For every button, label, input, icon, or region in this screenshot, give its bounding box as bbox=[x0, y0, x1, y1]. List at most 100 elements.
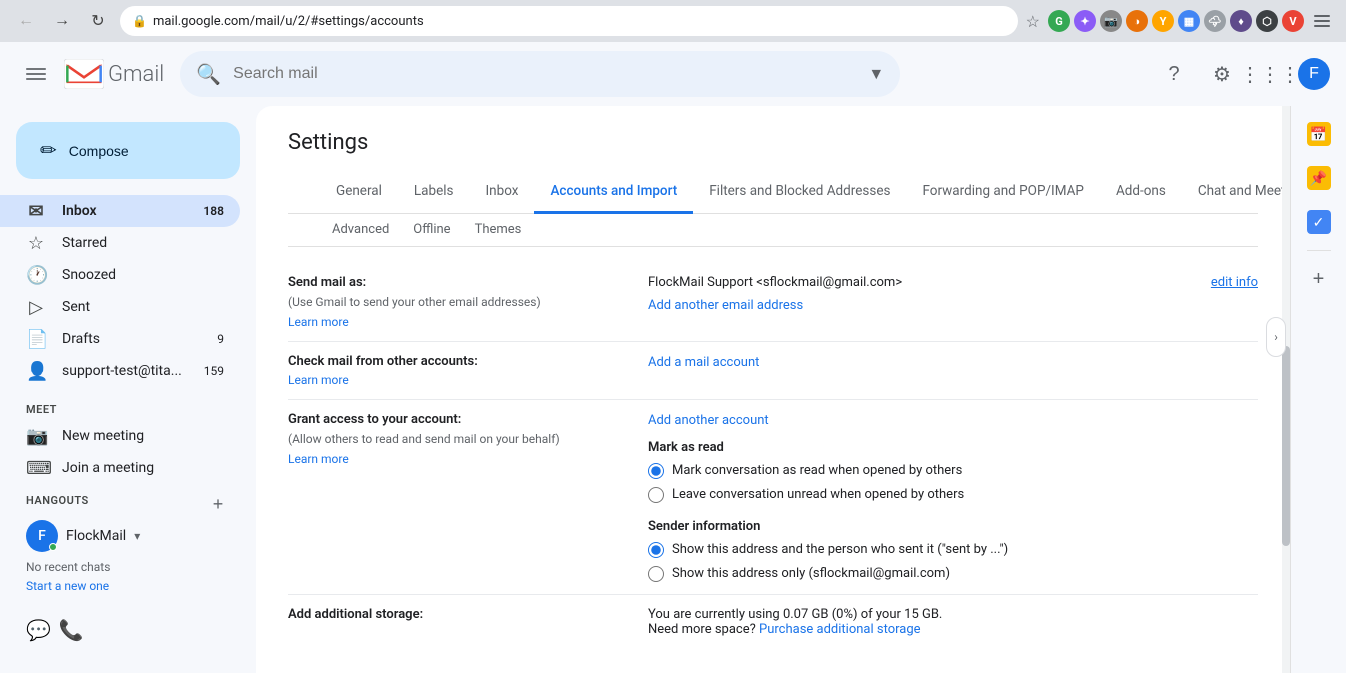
leave-unread-radio[interactable] bbox=[648, 487, 664, 503]
bookmark-icon[interactable]: ☆ bbox=[1026, 12, 1040, 31]
add-email-link[interactable]: Add another email address bbox=[648, 298, 902, 313]
ext-icon-6[interactable]: ▦ bbox=[1178, 10, 1200, 32]
join-meeting-icon: ⌨ bbox=[26, 458, 46, 479]
edit-info-link[interactable]: edit info bbox=[1211, 275, 1258, 290]
browser-menu-button[interactable] bbox=[1312, 10, 1334, 32]
ext-icon-2[interactable]: ✦ bbox=[1074, 10, 1096, 32]
settings-title: Settings bbox=[288, 130, 1258, 155]
ext-icon-1[interactable]: G bbox=[1048, 10, 1070, 32]
subtab-offline[interactable]: Offline bbox=[401, 214, 462, 247]
show-both-option[interactable]: Show this address and the person who sen… bbox=[648, 542, 1258, 558]
no-recent-chats-text: No recent chats bbox=[26, 556, 230, 578]
snoozed-icon: 🕐 bbox=[26, 265, 46, 286]
apps-button[interactable]: ⋮⋮⋮ bbox=[1250, 54, 1290, 94]
address-bar[interactable]: 🔒 mail.google.com/mail/u/2/#settings/acc… bbox=[120, 6, 1018, 36]
storage-label-col: Add additional storage: bbox=[288, 607, 648, 622]
gmail-logo: Gmail bbox=[64, 59, 164, 89]
check-mail-label-col: Check mail from other accounts: Learn mo… bbox=[288, 354, 648, 387]
send-mail-row: Send mail as: (Use Gmail to send your ot… bbox=[288, 263, 1258, 342]
grant-access-label-col: Grant access to your account: (Allow oth… bbox=[288, 412, 648, 466]
subtab-themes[interactable]: Themes bbox=[463, 214, 534, 247]
back-button[interactable]: ← bbox=[12, 7, 40, 35]
show-both-radio[interactable] bbox=[648, 542, 664, 558]
tab-addons[interactable]: Add-ons bbox=[1100, 171, 1182, 214]
sidebar-item-sent[interactable]: ▷ Sent bbox=[0, 291, 240, 323]
right-icon-plus[interactable]: + bbox=[1299, 259, 1339, 299]
mark-read-option[interactable]: Mark conversation as read when opened by… bbox=[648, 463, 1258, 479]
tab-accounts[interactable]: Accounts and Import bbox=[534, 171, 693, 214]
scrollbar-thumb[interactable] bbox=[1282, 346, 1290, 546]
chat-icon[interactable]: 💬 bbox=[26, 618, 51, 642]
snoozed-label: Snoozed bbox=[62, 267, 224, 283]
right-icon-calendar[interactable]: 📅 bbox=[1299, 114, 1339, 154]
compose-plus-icon: ✏ bbox=[40, 138, 57, 163]
sidebar: ✏ Compose ✉ Inbox 188 ☆ Starred 🕐 Snooze… bbox=[0, 106, 256, 673]
tab-forwarding[interactable]: Forwarding and POP/IMAP bbox=[906, 171, 1099, 214]
right-icon-keep[interactable]: 📌 bbox=[1299, 158, 1339, 198]
reload-button[interactable]: ↻ bbox=[84, 7, 112, 35]
storage-value-col: You are currently using 0.07 GB (0%) of … bbox=[648, 607, 1258, 637]
tab-chat[interactable]: Chat and Meet bbox=[1182, 171, 1290, 214]
add-mail-account-link[interactable]: Add a mail account bbox=[648, 355, 759, 370]
tab-inbox[interactable]: Inbox bbox=[470, 171, 535, 214]
scrollbar-track bbox=[1282, 106, 1290, 673]
sidebar-item-join-meeting[interactable]: ⌨ Join a meeting bbox=[0, 452, 240, 484]
extensions-bar: G ✦ 📷 ◑ Y ▦ 🌩 ♦ ⬡ V bbox=[1048, 10, 1304, 32]
compose-button[interactable]: ✏ Compose bbox=[16, 122, 240, 179]
ext-icon-5[interactable]: Y bbox=[1152, 10, 1174, 32]
search-bar[interactable]: 🔍 ▼ bbox=[180, 51, 900, 97]
sidebar-item-drafts[interactable]: 📄 Drafts 9 bbox=[0, 323, 240, 355]
ext-icon-10[interactable]: V bbox=[1282, 10, 1304, 32]
leave-unread-option[interactable]: Leave conversation unread when opened by… bbox=[648, 487, 1258, 503]
gmail-header: Gmail 🔍 ▼ ? ⚙ ⋮⋮⋮ F bbox=[0, 42, 1346, 106]
settings-tabs: General Labels Inbox Accounts and Import… bbox=[288, 171, 1258, 214]
start-new-link[interactable]: Start a new one bbox=[26, 579, 109, 593]
gmail-wordmark: Gmail bbox=[108, 62, 164, 87]
mark-read-radio[interactable] bbox=[648, 463, 664, 479]
tab-labels[interactable]: Labels bbox=[398, 171, 470, 214]
search-input[interactable] bbox=[233, 65, 856, 83]
sidebar-item-support[interactable]: 👤 support-test@tita... 159 bbox=[0, 355, 240, 387]
show-only-radio[interactable] bbox=[648, 566, 664, 582]
sidebar-item-starred[interactable]: ☆ Starred bbox=[0, 227, 240, 259]
ext-icon-4[interactable]: ◑ bbox=[1126, 10, 1148, 32]
meet-icon[interactable]: 📞 bbox=[59, 618, 84, 642]
subtab-advanced[interactable]: Advanced bbox=[320, 214, 401, 247]
drafts-icon: 📄 bbox=[26, 329, 46, 350]
grant-access-learn-more[interactable]: Learn more bbox=[288, 452, 632, 466]
ext-icon-8[interactable]: ♦ bbox=[1230, 10, 1252, 32]
settings-button[interactable]: ⚙ bbox=[1202, 54, 1242, 94]
sidebar-item-snoozed[interactable]: 🕐 Snoozed bbox=[0, 259, 240, 291]
show-only-option[interactable]: Show this address only (sflockmail@gmail… bbox=[648, 566, 1258, 582]
check-mail-value-col: Add a mail account bbox=[648, 354, 1258, 370]
ext-icon-9[interactable]: ⬡ bbox=[1256, 10, 1278, 32]
hamburger-menu-button[interactable] bbox=[16, 54, 56, 94]
account-avatar[interactable]: F bbox=[1298, 58, 1330, 90]
purchase-storage-link[interactable]: Purchase additional storage bbox=[759, 622, 921, 637]
add-hangout-button[interactable]: + bbox=[206, 492, 230, 516]
storage-usage-text: You are currently using 0.07 GB (0%) of … bbox=[648, 607, 1258, 622]
ext-icon-3[interactable]: 📷 bbox=[1100, 10, 1122, 32]
grant-access-row: Grant access to your account: (Allow oth… bbox=[288, 400, 1258, 595]
drafts-label: Drafts bbox=[62, 331, 201, 347]
ext-icon-7[interactable]: 🌩 bbox=[1204, 10, 1226, 32]
add-another-account-link[interactable]: Add another account bbox=[648, 413, 769, 428]
mark-read-label: Mark conversation as read when opened by… bbox=[672, 463, 962, 478]
right-sidebar: 📅 📌 ✓ + bbox=[1290, 106, 1346, 673]
tab-general[interactable]: General bbox=[320, 171, 398, 214]
right-icon-tasks[interactable]: ✓ bbox=[1299, 202, 1339, 242]
send-mail-learn-more[interactable]: Learn more bbox=[288, 315, 632, 329]
hangout-user-item[interactable]: F FlockMail ▾ bbox=[26, 516, 230, 556]
sent-label: Sent bbox=[62, 299, 224, 315]
sidebar-item-new-meeting[interactable]: 📷 New meeting bbox=[0, 420, 240, 452]
help-button[interactable]: ? bbox=[1154, 54, 1194, 94]
right-sidebar-divider bbox=[1307, 250, 1331, 251]
search-dropdown-icon[interactable]: ▼ bbox=[868, 64, 884, 84]
new-meeting-label: New meeting bbox=[62, 428, 144, 444]
sidebar-item-inbox[interactable]: ✉ Inbox 188 bbox=[0, 195, 240, 227]
forward-button[interactable]: → bbox=[48, 7, 76, 35]
online-status-dot bbox=[49, 543, 57, 551]
sidebar-expand-button[interactable]: › bbox=[1266, 317, 1286, 357]
tab-filters[interactable]: Filters and Blocked Addresses bbox=[693, 171, 906, 214]
check-mail-learn-more[interactable]: Learn more bbox=[288, 373, 632, 387]
